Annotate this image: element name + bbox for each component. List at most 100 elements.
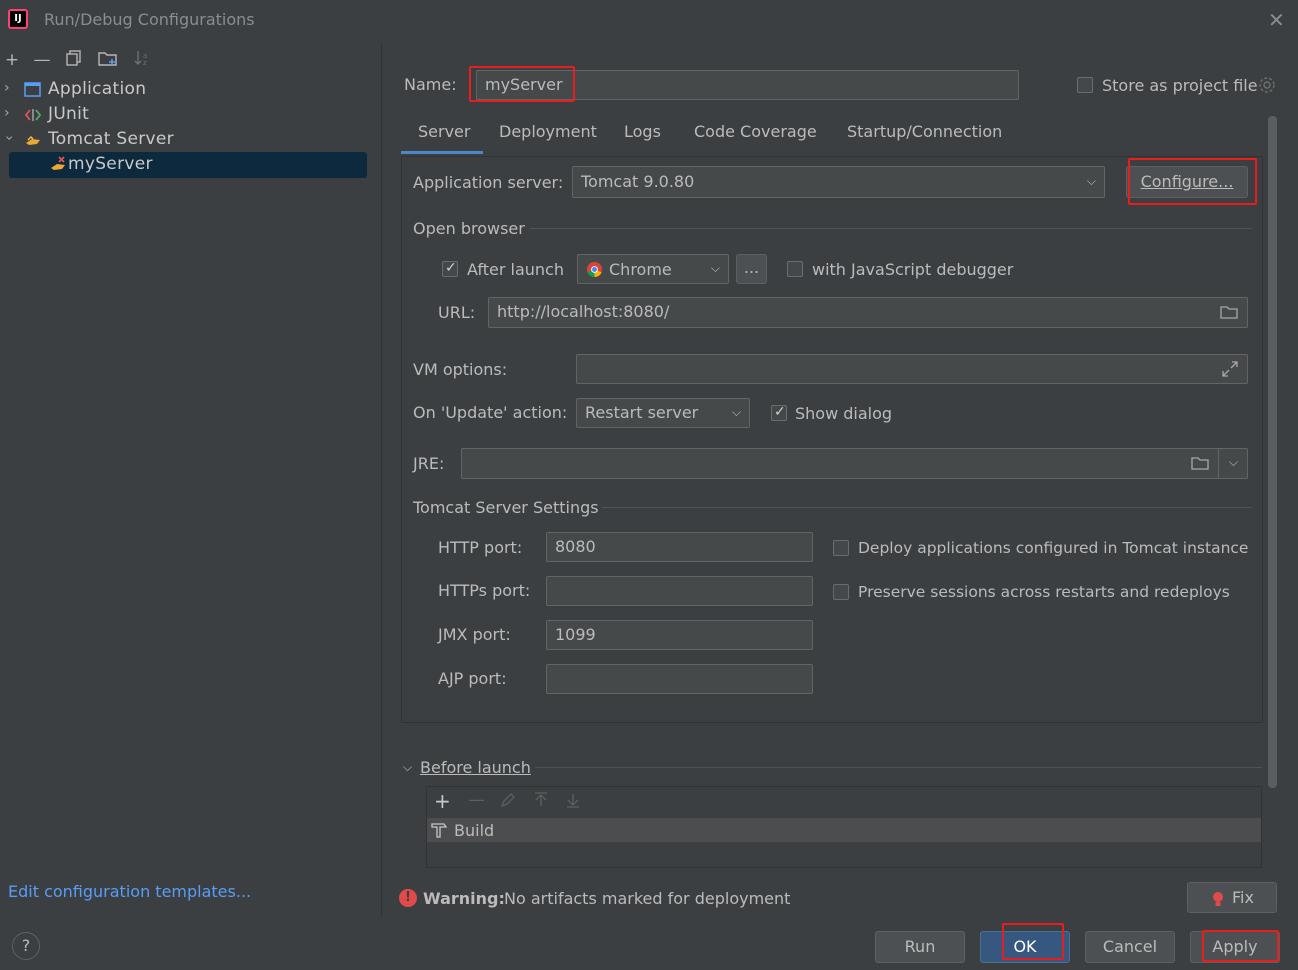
tab-code-coverage[interactable]: Code Coverage bbox=[694, 122, 817, 141]
application-icon bbox=[24, 81, 42, 99]
update-action-label: On 'Update' action: bbox=[413, 403, 568, 422]
preserve-sessions-checkbox[interactable] bbox=[833, 584, 849, 600]
move-down-icon[interactable] bbox=[565, 792, 581, 812]
gear-icon[interactable] bbox=[1258, 76, 1276, 98]
error-icon: ! bbox=[399, 889, 417, 907]
add-icon[interactable]: + bbox=[434, 789, 451, 813]
tab-logs[interactable]: Logs bbox=[624, 122, 661, 141]
tree-item-label: Tomcat Server bbox=[48, 129, 174, 149]
chevron-down-icon[interactable]: ⌵ bbox=[403, 760, 412, 775]
close-icon[interactable]: ✕ bbox=[1268, 8, 1285, 32]
show-dialog-checkbox[interactable] bbox=[771, 404, 787, 421]
highlight-box-ok bbox=[1002, 923, 1064, 960]
edit-icon[interactable] bbox=[500, 792, 516, 812]
name-label: Name: bbox=[404, 75, 457, 94]
chevron-down-icon[interactable]: ⌵ bbox=[1229, 455, 1238, 470]
help-button[interactable]: ? bbox=[12, 932, 40, 960]
ajp-port-field[interactable] bbox=[546, 664, 813, 694]
highlight-box-name bbox=[469, 66, 575, 102]
field-divider bbox=[1218, 449, 1219, 478]
vm-options-label: VM options: bbox=[413, 360, 508, 379]
fix-button[interactable]: Fix bbox=[1187, 882, 1277, 913]
url-value: http://localhost:8080/ bbox=[497, 302, 670, 321]
folder-icon[interactable] bbox=[1191, 455, 1209, 475]
tree-item-tomcat-server[interactable]: › Tomcat Server bbox=[0, 128, 382, 152]
url-label: URL: bbox=[438, 303, 476, 322]
store-project-checkbox[interactable] bbox=[1077, 77, 1093, 93]
jre-field[interactable]: ⌵ bbox=[461, 448, 1248, 479]
after-launch-label: After launch bbox=[467, 260, 564, 279]
folder-icon[interactable] bbox=[1220, 304, 1238, 324]
tree-item-junit[interactable]: › JUnit bbox=[0, 103, 382, 127]
ajp-port-label: AJP port: bbox=[438, 669, 507, 688]
tree-item-application[interactable]: › Application bbox=[0, 78, 382, 102]
tab-deployment[interactable]: Deployment bbox=[499, 122, 597, 141]
run-button[interactable]: Run bbox=[875, 931, 965, 963]
section-separator bbox=[530, 228, 1252, 229]
tree-item-label: Application bbox=[48, 79, 147, 99]
vm-options-field[interactable] bbox=[576, 354, 1248, 384]
sort-icon[interactable]: az bbox=[130, 50, 154, 71]
expand-icon[interactable] bbox=[1221, 360, 1239, 382]
https-port-label: HTTPs port: bbox=[438, 581, 531, 600]
url-field[interactable]: http://localhost:8080/ bbox=[488, 297, 1248, 328]
warning-title: Warning: bbox=[423, 889, 505, 908]
chevron-down-icon: ⌵ bbox=[1086, 174, 1096, 188]
edit-templates-link[interactable]: Edit configuration templates... bbox=[8, 882, 251, 901]
copy-icon[interactable] bbox=[62, 50, 86, 71]
before-launch-label[interactable]: Before launch bbox=[420, 758, 531, 777]
update-action-value: Restart server bbox=[585, 403, 699, 422]
tree-item-label: JUnit bbox=[48, 104, 90, 124]
remove-icon[interactable]: — bbox=[30, 50, 54, 70]
deploy-apps-checkbox[interactable] bbox=[833, 540, 849, 556]
tree-item-myserver[interactable]: myServer bbox=[0, 153, 382, 177]
vertical-scrollbar[interactable] bbox=[1268, 116, 1277, 788]
jmx-port-field[interactable]: 1099 bbox=[546, 620, 813, 650]
chevron-down-icon: ⌵ bbox=[710, 261, 720, 275]
app-server-select[interactable]: Tomcat 9.0.80 ⌵ bbox=[572, 166, 1105, 198]
browser-select[interactable]: Chrome ⌵ bbox=[577, 254, 729, 284]
highlight-box-configure bbox=[1128, 158, 1257, 205]
bulb-icon bbox=[1212, 889, 1224, 918]
section-separator bbox=[535, 767, 1262, 768]
after-launch-checkbox[interactable] bbox=[442, 260, 458, 277]
app-server-label: Application server: bbox=[413, 173, 564, 192]
cancel-button[interactable]: Cancel bbox=[1085, 931, 1175, 963]
intellij-logo-icon: IJ bbox=[8, 9, 28, 29]
tomcat-icon bbox=[24, 131, 42, 149]
http-port-label: HTTP port: bbox=[438, 538, 523, 557]
section-separator bbox=[602, 507, 1252, 508]
window-title: Run/Debug Configurations bbox=[44, 10, 255, 29]
folder-icon[interactable] bbox=[96, 50, 120, 71]
tab-startup-connection[interactable]: Startup/Connection bbox=[847, 122, 1002, 141]
browser-options-button[interactable]: ... bbox=[736, 254, 767, 284]
fix-label: Fix bbox=[1232, 888, 1254, 907]
http-port-field[interactable]: 8080 bbox=[546, 532, 813, 562]
chrome-icon bbox=[586, 261, 603, 282]
chevron-down-icon[interactable]: › bbox=[1, 135, 17, 141]
js-debugger-checkbox[interactable] bbox=[787, 261, 803, 277]
tab-server[interactable]: Server bbox=[418, 122, 470, 141]
junit-icon bbox=[24, 106, 42, 124]
update-action-select[interactable]: Restart server ⌵ bbox=[576, 398, 750, 428]
list-item[interactable] bbox=[427, 818, 1261, 842]
jre-label: JRE: bbox=[413, 454, 445, 473]
add-icon[interactable]: + bbox=[0, 50, 24, 70]
build-label: Build bbox=[454, 821, 495, 840]
server-tab-panel bbox=[401, 156, 1263, 723]
app-server-value: Tomcat 9.0.80 bbox=[581, 172, 695, 191]
move-up-icon[interactable] bbox=[533, 792, 549, 812]
deploy-apps-label: Deploy applications configured in Tomcat… bbox=[858, 539, 1249, 557]
preserve-sessions-label: Preserve sessions across restarts and re… bbox=[858, 583, 1230, 601]
https-port-field[interactable] bbox=[546, 576, 813, 606]
js-debugger-label: with JavaScript debugger bbox=[812, 260, 1014, 279]
store-project-label: Store as project file bbox=[1102, 76, 1258, 95]
remove-icon[interactable]: — bbox=[468, 790, 485, 810]
chevron-right-icon[interactable]: › bbox=[4, 105, 10, 121]
tomcat-settings-label: Tomcat Server Settings bbox=[413, 498, 599, 517]
jmx-port-label: JMX port: bbox=[438, 625, 511, 644]
highlight-box-apply bbox=[1202, 930, 1279, 962]
tomcat-error-icon bbox=[50, 156, 68, 174]
chevron-right-icon[interactable]: › bbox=[4, 80, 10, 96]
before-launch-toolbar bbox=[426, 786, 1262, 816]
